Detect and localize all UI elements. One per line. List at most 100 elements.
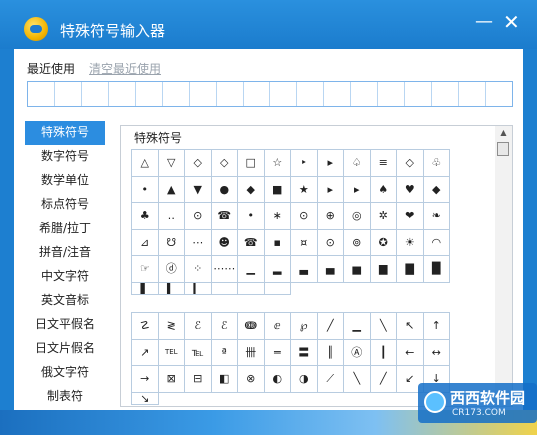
recent-slot[interactable] <box>109 82 136 106</box>
symbol-cell[interactable]: ▁ <box>237 255 265 283</box>
symbol-cell[interactable]: ▸ <box>343 175 371 203</box>
symbol-cell[interactable]: ¤ <box>290 228 318 256</box>
sidebar-item[interactable]: 希腊/拉丁 <box>25 217 105 241</box>
recent-slot[interactable] <box>217 82 244 106</box>
symbol-cell[interactable]: ┃ <box>369 338 397 366</box>
recent-slot[interactable] <box>432 82 459 106</box>
symbol-cell[interactable]: ‥ <box>157 202 185 230</box>
scrollbar-thumb[interactable] <box>497 142 509 156</box>
sidebar-item[interactable]: 标点符号 <box>25 193 105 217</box>
symbol-cell[interactable]: ≡ <box>369 149 397 177</box>
symbol-cell[interactable]: TEL <box>157 338 185 366</box>
symbol-cell[interactable]: ◐ <box>263 365 291 393</box>
sidebar-item[interactable]: 日文平假名 <box>25 313 105 337</box>
symbol-cell[interactable]: ▅ <box>343 255 371 283</box>
symbol-cell[interactable]: ✪ <box>369 228 397 256</box>
symbol-cell[interactable]: ╱ <box>316 312 344 340</box>
recent-slot[interactable] <box>244 82 271 106</box>
symbol-cell[interactable]: ℡ <box>184 338 212 366</box>
close-button[interactable]: ✕ <box>503 12 520 32</box>
symbol-cell[interactable]: ℰ <box>184 312 212 340</box>
symbol-cell[interactable]: ≷ <box>157 312 185 340</box>
symbol-cell[interactable]: ◧ <box>210 365 238 393</box>
symbol-cell[interactable]: ▪ <box>263 228 291 256</box>
symbol-cell[interactable]: ◇ <box>396 149 424 177</box>
symbol-cell[interactable]: ▇ <box>396 255 424 283</box>
symbol-cell[interactable]: ♥ <box>396 175 424 203</box>
symbol-cell[interactable]: ■ <box>263 175 291 203</box>
recent-slot[interactable] <box>351 82 379 106</box>
symbol-cell[interactable]: ⊙ <box>316 228 344 256</box>
symbol-cell[interactable]: ● <box>210 175 238 203</box>
symbol-cell[interactable]: ℰ <box>210 312 238 340</box>
symbol-cell[interactable]: ☡ <box>131 312 159 340</box>
symbol-cell[interactable]: ⊿ <box>131 228 159 256</box>
symbol-cell[interactable]: ✲ <box>369 202 397 230</box>
symbol-cell[interactable]: ♠ <box>369 175 397 203</box>
symbol-cell[interactable]: □ <box>237 149 265 177</box>
recent-slot[interactable] <box>459 82 486 106</box>
symbol-cell[interactable]: ☀ <box>396 228 424 256</box>
symbol-cell[interactable]: ☎ <box>237 228 265 256</box>
sidebar-item[interactable]: 制表符 <box>25 385 105 409</box>
symbol-cell[interactable]: ♤ <box>343 149 371 177</box>
symbol-cell[interactable]: △ <box>131 149 159 177</box>
symbol-cell[interactable] <box>237 281 265 295</box>
recent-slot[interactable] <box>324 82 352 106</box>
symbol-cell[interactable]: ↖ <box>396 312 424 340</box>
sidebar-item[interactable]: 俄文字符 <box>25 361 105 385</box>
symbol-cell[interactable]: → <box>131 365 159 393</box>
symbol-cell[interactable]: ▁ <box>343 312 371 340</box>
symbol-cell[interactable]: ▆ <box>369 255 397 283</box>
symbol-cell[interactable]: ⊟ <box>184 365 212 393</box>
sidebar-item[interactable]: 拼音/注音 <box>25 241 105 265</box>
symbol-cell[interactable]: ▍ <box>157 281 185 295</box>
symbol-cell[interactable]: ⊙ <box>290 202 318 230</box>
recent-slot[interactable] <box>163 82 190 106</box>
symbol-cell[interactable]: ▂ <box>263 255 291 283</box>
symbol-cell[interactable]: ↔ <box>422 338 450 366</box>
symbol-cell[interactable]: ☞ <box>131 255 159 283</box>
symbol-cell[interactable]: ♣ <box>131 202 159 230</box>
symbol-cell[interactable]: ║ <box>316 338 344 366</box>
symbol-cell[interactable]: ‣ <box>290 149 318 177</box>
symbol-cell[interactable]: 〓 <box>290 338 318 366</box>
symbol-cell[interactable]: ▸ <box>316 175 344 203</box>
symbol-cell[interactable]: ★ <box>290 175 318 203</box>
symbol-cell[interactable]: • <box>131 175 159 203</box>
symbol-cell[interactable]: ⊕ <box>316 202 344 230</box>
symbol-cell[interactable]: ◑ <box>290 365 318 393</box>
symbol-cell[interactable]: Ⓐ <box>343 338 371 366</box>
symbol-cell[interactable]: ↈ <box>237 312 265 340</box>
sidebar-item[interactable]: 特殊符号 <box>25 121 105 145</box>
recent-slot[interactable] <box>486 82 512 106</box>
clear-recent-link[interactable]: 清空最近使用 <box>89 60 161 77</box>
sidebar-item[interactable]: 数字符号 <box>25 145 105 169</box>
symbol-cell[interactable]: 卌 <box>237 338 265 366</box>
symbol-cell[interactable]: ª <box>210 338 238 366</box>
symbol-cell[interactable]: ♧ <box>422 149 450 177</box>
symbol-cell[interactable]: ⊙ <box>184 202 212 230</box>
symbol-cell[interactable]: ═ <box>263 338 291 366</box>
recent-slot[interactable] <box>28 82 55 106</box>
symbol-cell[interactable]: ◆ <box>237 175 265 203</box>
sidebar-item[interactable]: 英文音标 <box>25 289 105 313</box>
symbol-cell[interactable]: ℘ <box>290 312 318 340</box>
sidebar-item[interactable]: 中文字符 <box>25 265 105 289</box>
symbol-cell[interactable]: ← <box>396 338 424 366</box>
symbol-cell[interactable]: ⋯ <box>184 228 212 256</box>
sidebar-item[interactable]: 数学单位 <box>25 169 105 193</box>
symbol-cell[interactable]: • <box>237 202 265 230</box>
symbol-cell[interactable]: ↑ <box>422 312 450 340</box>
recent-slot[interactable] <box>136 82 163 106</box>
symbol-cell[interactable]: ╲ <box>343 365 371 393</box>
symbol-cell[interactable]: ▄ <box>316 255 344 283</box>
symbol-cell[interactable]: ☆ <box>263 149 291 177</box>
recent-slot[interactable] <box>82 82 109 106</box>
symbol-cell[interactable]: ⊠ <box>157 365 185 393</box>
symbol-cell[interactable]: ❤ <box>396 202 424 230</box>
symbol-cell[interactable]: ⓓ <box>157 255 185 283</box>
symbol-cell[interactable]: ▽ <box>157 149 185 177</box>
symbol-cell[interactable]: ◇ <box>184 149 212 177</box>
symbol-cell[interactable]: ⋯⋯ <box>210 255 238 283</box>
